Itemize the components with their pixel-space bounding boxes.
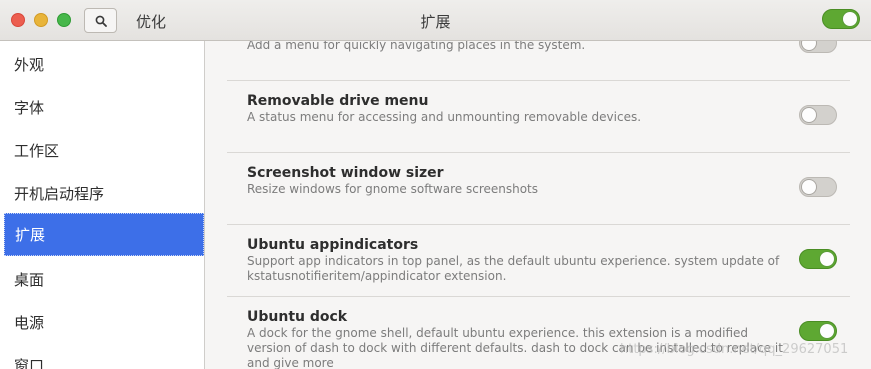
extension-description: Support app indicators in top panel, as … xyxy=(247,254,780,283)
switch-knob xyxy=(801,41,817,51)
maximize-window-button[interactable] xyxy=(57,13,71,27)
app-title: 优化 xyxy=(136,13,167,31)
minimize-window-button[interactable] xyxy=(34,13,48,27)
sidebar-item-workspaces[interactable]: 工作区 xyxy=(4,129,204,172)
header-bar: 优化 扩展 xyxy=(0,0,871,41)
sidebar: 外观 字体 工作区 开机启动程序 扩展 桌面 电源 窗口 xyxy=(0,41,205,369)
watermark: https://blog.csdn.net/qq_29627051 xyxy=(620,342,849,357)
switch-knob xyxy=(801,107,817,123)
search-button[interactable] xyxy=(84,8,117,33)
row-divider xyxy=(227,296,850,297)
screenshot-window-sizer-switch[interactable] xyxy=(799,177,837,197)
switch-knob xyxy=(842,11,858,27)
sidebar-item-windows[interactable]: 窗口 xyxy=(4,344,204,369)
extension-name: Ubuntu appindicators xyxy=(247,237,419,253)
switch-knob xyxy=(801,179,817,195)
sidebar-item-power[interactable]: 电源 xyxy=(4,301,204,344)
row-divider xyxy=(227,80,850,81)
sidebar-item-startup-applications[interactable]: 开机启动程序 xyxy=(4,172,204,215)
extension-description: A status menu for accessing and unmounti… xyxy=(247,110,642,124)
close-window-button[interactable] xyxy=(11,13,25,27)
page-title: 扩展 xyxy=(420,13,451,31)
extension-description: Add a menu for quickly navigating places… xyxy=(247,41,586,52)
extension-name: Ubuntu dock xyxy=(247,309,348,325)
search-icon xyxy=(95,15,107,27)
extension-name: Screenshot window sizer xyxy=(247,165,444,181)
sidebar-item-appearance[interactable]: 外观 xyxy=(4,43,204,86)
removable-drive-menu-switch[interactable] xyxy=(799,105,837,125)
extensions-master-switch[interactable] xyxy=(822,9,860,29)
places-menu-switch[interactable] xyxy=(799,41,837,53)
extension-description: Resize windows for gnome software screen… xyxy=(247,182,539,196)
sidebar-item-fonts[interactable]: 字体 xyxy=(4,86,204,129)
row-divider xyxy=(227,152,850,153)
ubuntu-dock-switch[interactable] xyxy=(799,321,837,341)
ubuntu-appindicators-switch[interactable] xyxy=(799,249,837,269)
switch-knob xyxy=(819,323,835,339)
sidebar-item-desktop[interactable]: 桌面 xyxy=(4,258,204,301)
sidebar-item-extensions[interactable]: 扩展 xyxy=(4,213,204,256)
extensions-list: Add a menu for quickly navigating places… xyxy=(205,41,871,369)
switch-knob xyxy=(819,251,835,267)
extension-name: Removable drive menu xyxy=(247,93,429,109)
row-divider xyxy=(227,224,850,225)
